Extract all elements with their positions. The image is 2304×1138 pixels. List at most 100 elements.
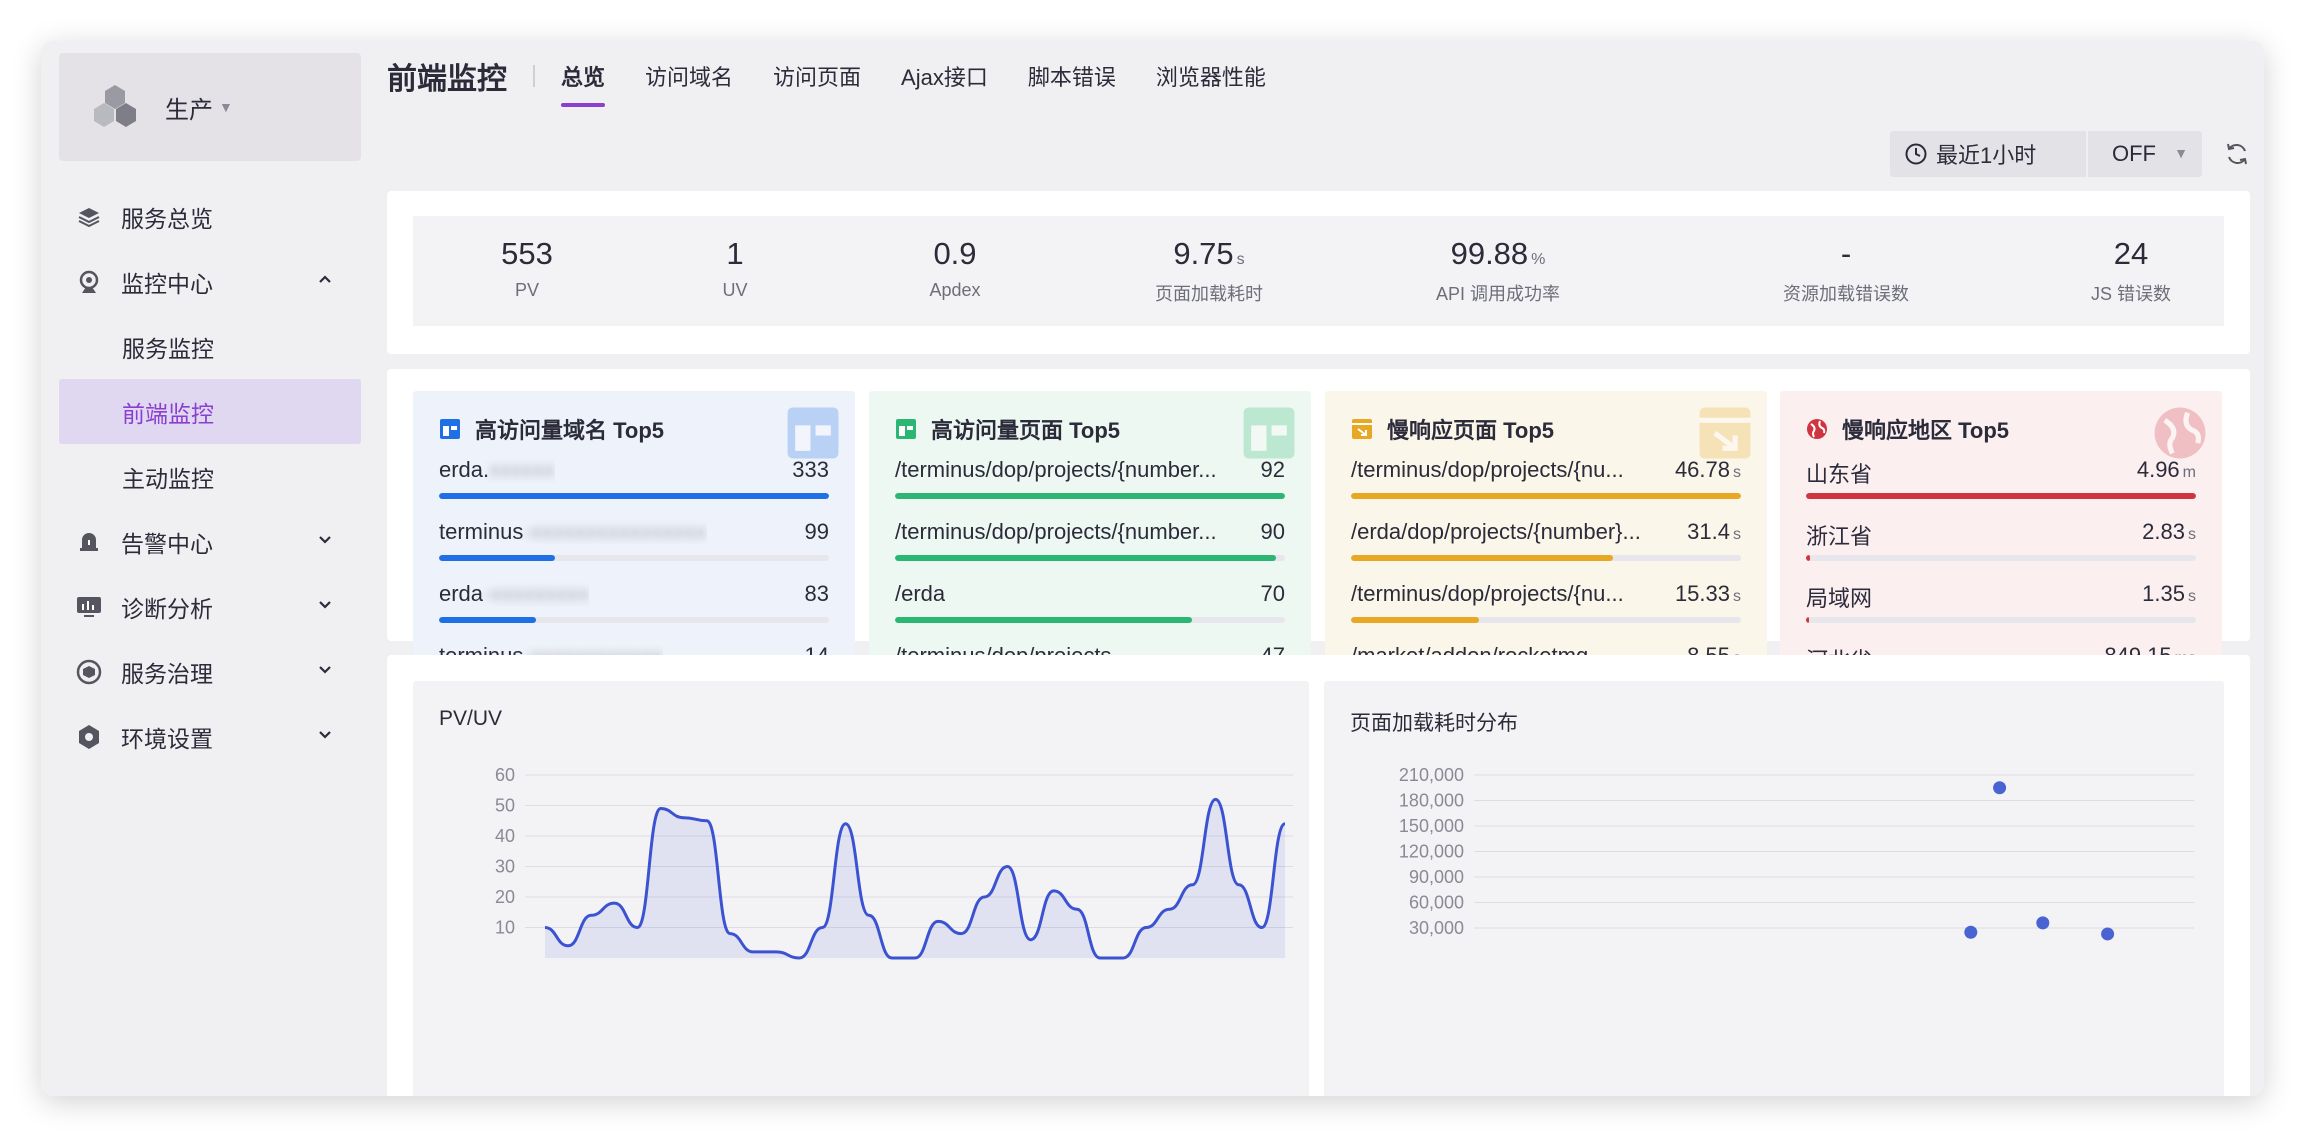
tab-browser-performance[interactable]: 浏览器性能 — [1156, 41, 1266, 111]
item-value-unit: s — [1733, 464, 1741, 481]
list-item[interactable]: terminus-xxxxxxxxxxxxxxxx 99 — [439, 519, 829, 581]
sidebar-item-service-governance[interactable]: 服务治理 — [59, 639, 361, 704]
chevron-down-icon — [319, 666, 331, 674]
item-name: /terminus/dop/projects/{number... — [895, 457, 1217, 483]
sidebar-item-label: 环境设置 — [121, 725, 213, 752]
item-value-unit: s — [1733, 588, 1741, 605]
progress-fill — [1351, 555, 1613, 561]
sidebar-menu: 服务总览 监控中心 服务监控 前端监控 主动监控 告警中心 诊断分析 服务治理 … — [59, 184, 361, 769]
app-window: 生产 ▼ 服务总览 监控中心 服务监控 前端监控 主动监控 告警中心 诊断分析 … — [41, 41, 2264, 1096]
list-item[interactable]: /terminus/dop/projects/{nu... 46.78 s — [1351, 457, 1741, 519]
tab-overview[interactable]: 总览 — [561, 41, 606, 111]
environment-switcher[interactable]: 生产 ▼ — [59, 53, 361, 161]
sidebar-item-service-monitor[interactable]: 服务监控 — [59, 314, 361, 379]
item-name-text: /terminus/dop/projects/{number... — [895, 519, 1217, 544]
item-name: /terminus/dop/projects/{nu... — [1351, 581, 1624, 607]
stat-number: 9.75 — [1173, 236, 1234, 271]
list-item[interactable]: /terminus/dop/projects/{nu... 15.33 s — [1351, 581, 1741, 643]
item-name-text: 浙江省 — [1806, 524, 1873, 549]
watermark-icon — [2152, 405, 2208, 461]
tab-bar: 总览 访问域名 访问页面 Ajax接口 脚本错误 浏览器性能 — [561, 41, 1306, 111]
tab-script-errors[interactable]: 脚本错误 — [1028, 41, 1116, 111]
panel-title: 高访问量域名 Top5 — [439, 413, 664, 445]
stat-label: PV — [514, 280, 540, 300]
tab-ajax[interactable]: Ajax接口 — [901, 41, 988, 111]
sidebar-item-label: 监控中心 — [121, 270, 213, 297]
sidebar-item-diagnosis[interactable]: 诊断分析 — [59, 574, 361, 639]
y-tick-label: 180,000 — [1399, 791, 1464, 811]
list-item[interactable]: /erda 70 — [895, 581, 1285, 643]
stat-item: 24 JS 错误数 — [2091, 216, 2171, 326]
item-value-number: 46.78 — [1674, 457, 1730, 482]
stat-unit: % — [1531, 251, 1546, 268]
list-item[interactable]: /terminus/dop/projects/{number... 90 — [895, 519, 1285, 581]
stats-card: 553 PV 1 UV 0.9 Apdex 9.75 s 页面加载耗时 99.88% API 调用成… — [387, 191, 2250, 354]
stat-value: 553 — [501, 236, 553, 272]
governance-icon — [75, 658, 103, 686]
slow-page-icon — [1352, 419, 1372, 439]
stat-label: 资源加载错误数 — [1783, 284, 1909, 304]
item-name-text: erda — [439, 581, 484, 606]
time-range-label: 最近1小时 — [1936, 143, 2037, 168]
item-name: erda-xxxxxxxxx — [439, 581, 589, 607]
time-range-select[interactable]: 最近1小时 — [1890, 131, 2086, 177]
auto-refresh-label: OFF — [2112, 141, 2156, 166]
list-item[interactable]: 浙江省 2.83 s — [1806, 519, 2196, 581]
stat-label: JS 错误数 — [2090, 284, 2172, 304]
auto-refresh-select[interactable]: OFF ▼ — [2088, 131, 2202, 177]
item-name: /erda — [895, 581, 945, 607]
sidebar-item-alarm-center[interactable]: 告警中心 — [59, 509, 361, 574]
item-name: terminus-xxxxxxxxxxxxxxxx — [439, 519, 707, 545]
item-name-text: /erda/dop/projects/{number}... — [1351, 519, 1641, 544]
refresh-icon[interactable] — [2224, 141, 2250, 167]
progress-track — [895, 493, 1285, 499]
sidebar-item-env-settings[interactable]: 环境设置 — [59, 704, 361, 769]
item-value: 70 — [1261, 581, 1285, 607]
list-item[interactable]: erda.xxxxxx 333 — [439, 457, 829, 519]
item-value: 99 — [805, 519, 829, 545]
sidebar-item-monitor-center[interactable]: 监控中心 — [59, 249, 361, 314]
item-value-number: 4.96 — [2136, 457, 2180, 482]
progress-track — [895, 555, 1285, 561]
item-name: /terminus/dop/projects/{number... — [895, 519, 1217, 545]
layers-icon — [75, 203, 103, 231]
list-item[interactable]: 山东省 4.96 m — [1806, 457, 2196, 519]
cubes-logo-icon — [94, 85, 136, 127]
sidebar-item-label: 诊断分析 — [121, 595, 213, 622]
progress-fill — [895, 555, 1277, 561]
progress-fill — [895, 617, 1192, 623]
progress-track — [895, 617, 1285, 623]
list-item[interactable]: /terminus/dop/projects/{number... 92 — [895, 457, 1285, 519]
item-value-unit: s — [2188, 526, 2196, 543]
tab-domains[interactable]: 访问域名 — [645, 41, 733, 111]
list-item[interactable]: 局域网 1.35 s — [1806, 581, 2196, 643]
progress-track — [1806, 555, 2196, 561]
item-name: /erda/dop/projects/{number}... — [1351, 519, 1641, 545]
watermark-icon — [1697, 405, 1753, 461]
monitor-camera-icon — [75, 268, 103, 296]
sidebar-item-frontend-monitor[interactable]: 前端监控 — [59, 379, 361, 444]
tab-pages[interactable]: 访问页面 — [773, 41, 861, 111]
item-name: 山东省 — [1806, 457, 1872, 489]
list-item[interactable]: erda-xxxxxxxxx 83 — [439, 581, 829, 643]
sidebar-item-service-overview[interactable]: 服务总览 — [59, 184, 361, 249]
progress-fill — [1351, 617, 1479, 623]
y-tick-label: 10 — [495, 918, 515, 938]
sidebar-item-label: 服务总览 — [121, 205, 213, 232]
list-item[interactable]: /erda/dop/projects/{number}... 31.4 s — [1351, 519, 1741, 581]
time-range-picker: 最近1小时 OFF ▼ — [1890, 131, 2202, 177]
alarm-icon — [75, 528, 103, 556]
stat-value: 1 — [722, 236, 747, 272]
stat-item: 0.9 Apdex — [929, 216, 980, 326]
item-name-text: 山东省 — [1806, 462, 1873, 487]
y-tick-label: 150,000 — [1399, 816, 1464, 836]
stat-value: 24 — [2091, 236, 2171, 272]
item-name-text: /terminus/dop/projects/{nu... — [1351, 581, 1624, 606]
redacted-text: -xxxxxxxxxxxxxxxx — [523, 519, 707, 544]
redacted-text: xxxxxx — [489, 457, 556, 482]
watermark-icon — [1241, 405, 1297, 461]
chevron-down-icon — [319, 731, 331, 739]
y-tick-label: 20 — [495, 887, 515, 907]
sidebar-item-active-monitor[interactable]: 主动监控 — [59, 444, 361, 509]
settings-gear-icon — [75, 723, 103, 751]
